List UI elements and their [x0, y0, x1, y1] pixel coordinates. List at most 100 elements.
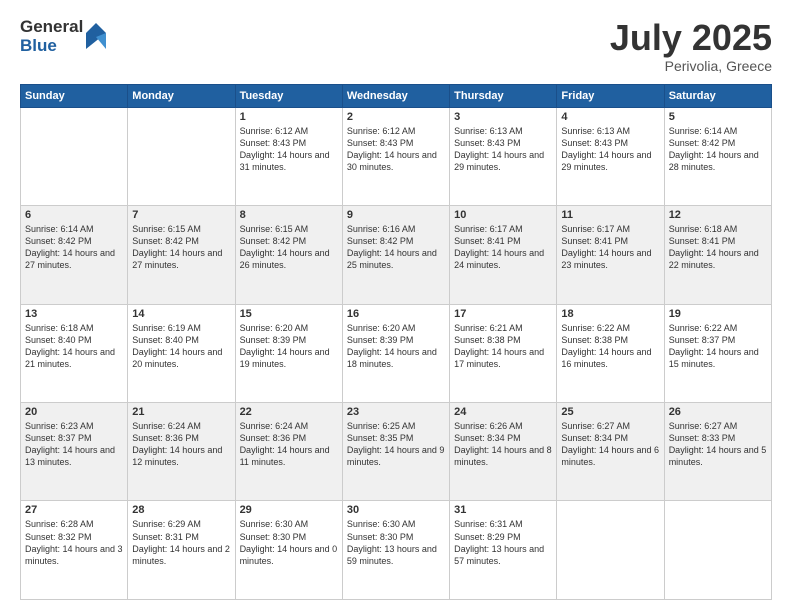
table-row: 5 Sunrise: 6:14 AM Sunset: 8:42 PM Daylig… [664, 107, 771, 205]
day-info: Sunrise: 6:14 AM Sunset: 8:42 PM Dayligh… [25, 223, 123, 272]
calendar-week-row: 13 Sunrise: 6:18 AM Sunset: 8:40 PM Dayli… [21, 304, 772, 402]
table-row: 25Sunrise: 6:27 AM Sunset: 8:34 PM Dayli… [557, 403, 664, 501]
title-block: July 2025 Perivolia, Greece [610, 18, 772, 74]
day-info: Sunrise: 6:22 AM Sunset: 8:37 PM Dayligh… [669, 322, 767, 371]
table-row: 13 Sunrise: 6:18 AM Sunset: 8:40 PM Dayli… [21, 304, 128, 402]
header-saturday: Saturday [664, 84, 771, 107]
table-row [128, 107, 235, 205]
day-number: 31 [454, 504, 552, 516]
day-info: Sunrise: 6:29 AM Sunset: 8:31 PM Dayligh… [132, 518, 230, 567]
header-sunday: Sunday [21, 84, 128, 107]
day-info: Sunrise: 6:31 AM Sunset: 8:29 PM Dayligh… [454, 518, 552, 567]
table-row: 29 Sunrise: 6:30 AM Sunset: 8:30 PM Dayli… [235, 501, 342, 600]
day-info: Sunrise: 6:18 AM Sunset: 8:40 PM Dayligh… [25, 322, 123, 371]
header-friday: Friday [557, 84, 664, 107]
table-row: 8Sunrise: 6:15 AM Sunset: 8:42 PM Daylig… [235, 206, 342, 304]
table-row [557, 501, 664, 600]
day-info: Sunrise: 6:20 AM Sunset: 8:39 PM Dayligh… [240, 322, 338, 371]
day-number: 6 [25, 209, 123, 221]
header: General Blue July 2025 Perivolia, Greece [20, 18, 772, 74]
day-number: 13 [25, 308, 123, 320]
calendar-week-row: 6 Sunrise: 6:14 AM Sunset: 8:42 PM Daylig… [21, 206, 772, 304]
logo: General Blue [20, 18, 106, 55]
day-number: 28 [132, 504, 230, 516]
day-number: 26 [669, 406, 767, 418]
day-number: 22 [240, 406, 338, 418]
day-number: 3 [454, 111, 552, 123]
calendar-week-row: 27Sunrise: 6:28 AM Sunset: 8:32 PM Dayli… [21, 501, 772, 600]
table-row [21, 107, 128, 205]
day-info: Sunrise: 6:26 AM Sunset: 8:34 PM Dayligh… [454, 420, 552, 469]
day-number: 30 [347, 504, 445, 516]
table-row [664, 501, 771, 600]
table-row: 12 Sunrise: 6:18 AM Sunset: 8:41 PM Dayli… [664, 206, 771, 304]
table-row: 31 Sunrise: 6:31 AM Sunset: 8:29 PM Dayli… [450, 501, 557, 600]
day-info: Sunrise: 6:30 AM Sunset: 8:30 PM Dayligh… [347, 518, 445, 567]
day-number: 5 [669, 111, 767, 123]
table-row: 15 Sunrise: 6:20 AM Sunset: 8:39 PM Dayli… [235, 304, 342, 402]
day-number: 29 [240, 504, 338, 516]
table-row: 28 Sunrise: 6:29 AM Sunset: 8:31 PM Dayli… [128, 501, 235, 600]
day-info: Sunrise: 6:17 AM Sunset: 8:41 PM Dayligh… [561, 223, 659, 272]
logo-text: General Blue [20, 18, 83, 55]
table-row: 20 Sunrise: 6:23 AM Sunset: 8:37 PM Dayli… [21, 403, 128, 501]
table-row: 26 Sunrise: 6:27 AM Sunset: 8:33 PM Dayli… [664, 403, 771, 501]
day-info: Sunrise: 6:30 AM Sunset: 8:30 PM Dayligh… [240, 518, 338, 567]
table-row: 4 Sunrise: 6:13 AM Sunset: 8:43 PM Daylig… [557, 107, 664, 205]
logo-blue: Blue [20, 37, 83, 56]
day-info: Sunrise: 6:17 AM Sunset: 8:41 PM Dayligh… [454, 223, 552, 272]
logo-icon [86, 23, 106, 49]
day-number: 14 [132, 308, 230, 320]
calendar-header-row: Sunday Monday Tuesday Wednesday Thursday… [21, 84, 772, 107]
day-info: Sunrise: 6:14 AM Sunset: 8:42 PM Dayligh… [669, 125, 767, 174]
day-info: Sunrise: 6:21 AM Sunset: 8:38 PM Dayligh… [454, 322, 552, 371]
table-row: 11 Sunrise: 6:17 AM Sunset: 8:41 PM Dayli… [557, 206, 664, 304]
day-info: Sunrise: 6:19 AM Sunset: 8:40 PM Dayligh… [132, 322, 230, 371]
day-info: Sunrise: 6:24 AM Sunset: 8:36 PM Dayligh… [132, 420, 230, 469]
day-number: 10 [454, 209, 552, 221]
table-row: 24 Sunrise: 6:26 AM Sunset: 8:34 PM Dayli… [450, 403, 557, 501]
day-info: Sunrise: 6:24 AM Sunset: 8:36 PM Dayligh… [240, 420, 338, 469]
calendar-week-row: 1 Sunrise: 6:12 AM Sunset: 8:43 PM Daylig… [21, 107, 772, 205]
day-number: 4 [561, 111, 659, 123]
table-row: 17Sunrise: 6:21 AM Sunset: 8:38 PM Dayli… [450, 304, 557, 402]
day-info: Sunrise: 6:12 AM Sunset: 8:43 PM Dayligh… [347, 125, 445, 174]
table-row: 2 Sunrise: 6:12 AM Sunset: 8:43 PM Daylig… [342, 107, 449, 205]
day-number: 1 [240, 111, 338, 123]
day-info: Sunrise: 6:25 AM Sunset: 8:35 PM Dayligh… [347, 420, 445, 469]
day-info: Sunrise: 6:12 AM Sunset: 8:43 PM Dayligh… [240, 125, 338, 174]
table-row: 6 Sunrise: 6:14 AM Sunset: 8:42 PM Daylig… [21, 206, 128, 304]
logo-general: General [20, 18, 83, 37]
table-row: 16Sunrise: 6:20 AM Sunset: 8:39 PM Dayli… [342, 304, 449, 402]
day-number: 19 [669, 308, 767, 320]
calendar-week-row: 20 Sunrise: 6:23 AM Sunset: 8:37 PM Dayli… [21, 403, 772, 501]
calendar-table: Sunday Monday Tuesday Wednesday Thursday… [20, 84, 772, 600]
day-number: 24 [454, 406, 552, 418]
day-info: Sunrise: 6:23 AM Sunset: 8:37 PM Dayligh… [25, 420, 123, 469]
table-row: 21Sunrise: 6:24 AM Sunset: 8:36 PM Dayli… [128, 403, 235, 501]
title-month: July 2025 [610, 18, 772, 58]
day-number: 23 [347, 406, 445, 418]
day-info: Sunrise: 6:13 AM Sunset: 8:43 PM Dayligh… [561, 125, 659, 174]
day-number: 2 [347, 111, 445, 123]
day-number: 11 [561, 209, 659, 221]
table-row: 22 Sunrise: 6:24 AM Sunset: 8:36 PM Dayli… [235, 403, 342, 501]
table-row: 9Sunrise: 6:16 AM Sunset: 8:42 PM Daylig… [342, 206, 449, 304]
table-row: 7Sunrise: 6:15 AM Sunset: 8:42 PM Daylig… [128, 206, 235, 304]
day-info: Sunrise: 6:16 AM Sunset: 8:42 PM Dayligh… [347, 223, 445, 272]
day-info: Sunrise: 6:13 AM Sunset: 8:43 PM Dayligh… [454, 125, 552, 174]
header-monday: Monday [128, 84, 235, 107]
day-number: 12 [669, 209, 767, 221]
table-row: 14 Sunrise: 6:19 AM Sunset: 8:40 PM Dayli… [128, 304, 235, 402]
day-info: Sunrise: 6:18 AM Sunset: 8:41 PM Dayligh… [669, 223, 767, 272]
day-number: 15 [240, 308, 338, 320]
table-row: 18Sunrise: 6:22 AM Sunset: 8:38 PM Dayli… [557, 304, 664, 402]
day-info: Sunrise: 6:22 AM Sunset: 8:38 PM Dayligh… [561, 322, 659, 371]
day-number: 20 [25, 406, 123, 418]
header-tuesday: Tuesday [235, 84, 342, 107]
table-row: 10 Sunrise: 6:17 AM Sunset: 8:41 PM Dayli… [450, 206, 557, 304]
table-row: 1 Sunrise: 6:12 AM Sunset: 8:43 PM Daylig… [235, 107, 342, 205]
day-info: Sunrise: 6:27 AM Sunset: 8:34 PM Dayligh… [561, 420, 659, 469]
day-info: Sunrise: 6:27 AM Sunset: 8:33 PM Dayligh… [669, 420, 767, 469]
day-number: 8 [240, 209, 338, 221]
